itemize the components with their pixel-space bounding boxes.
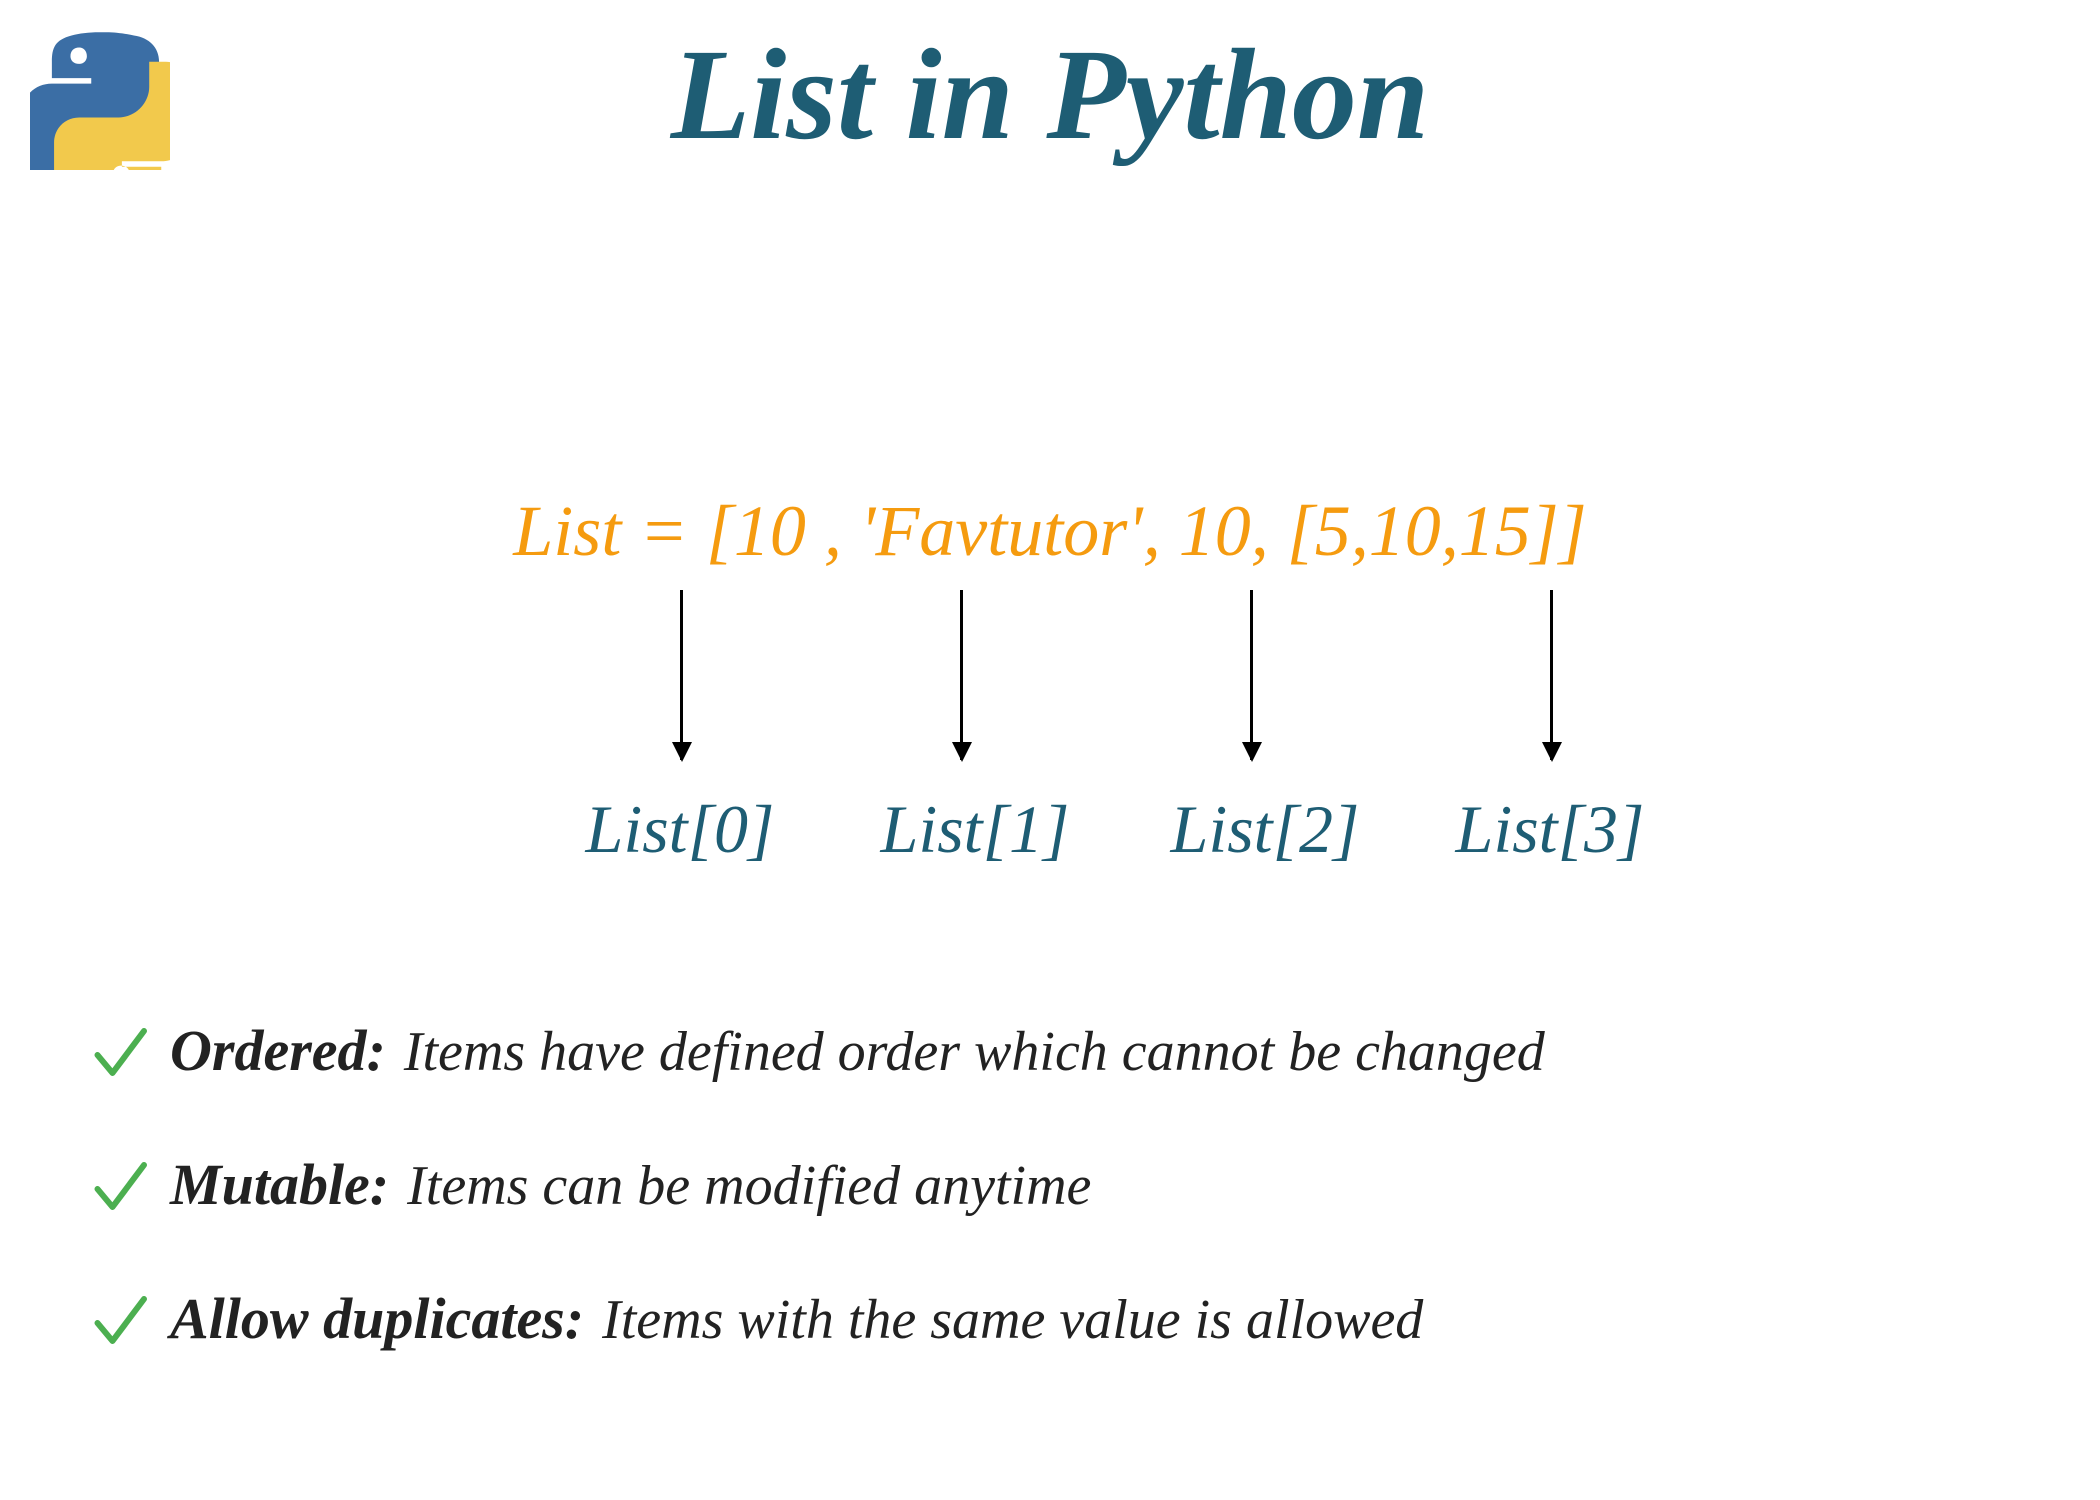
feature-description: Items with the same value is allowed	[602, 1288, 1423, 1352]
index-labels-row: List[0] List[1] List[2] List[3]	[0, 790, 2100, 890]
check-icon	[90, 1156, 160, 1226]
index-label-3: List[3]	[1456, 790, 1645, 869]
feature-label: Ordered:	[170, 1017, 386, 1084]
check-icon	[90, 1022, 160, 1092]
check-icon	[90, 1290, 160, 1360]
feature-description: Items have defined order which cannot be…	[404, 1020, 1545, 1084]
index-label-1: List[1]	[881, 790, 1070, 869]
arrow-1	[960, 590, 963, 760]
diagram-root: List in Python List = [10 , 'Favtutor', …	[0, 0, 2100, 1500]
feature-description: Items can be modified anytime	[407, 1154, 1091, 1218]
feature-mutable: Mutable: Items can be modified anytime	[90, 1144, 2040, 1218]
index-label-2: List[2]	[1171, 790, 1360, 869]
feature-ordered: Ordered: Items have defined order which …	[90, 1010, 2040, 1084]
arrows-group	[0, 590, 2100, 790]
list-declaration-text: List = [10 , 'Favtutor', 10, [5,10,15]]	[0, 490, 2100, 573]
arrow-3	[1550, 590, 1553, 760]
index-label-0: List[0]	[586, 790, 775, 869]
features-list: Ordered: Items have defined order which …	[90, 1010, 2040, 1412]
arrow-2	[1250, 590, 1253, 760]
feature-label: Allow duplicates:	[170, 1285, 584, 1352]
page-title: List in Python	[0, 20, 2100, 170]
feature-label: Mutable:	[170, 1151, 389, 1218]
arrow-0	[680, 590, 683, 760]
feature-duplicates: Allow duplicates: Items with the same va…	[90, 1278, 2040, 1352]
